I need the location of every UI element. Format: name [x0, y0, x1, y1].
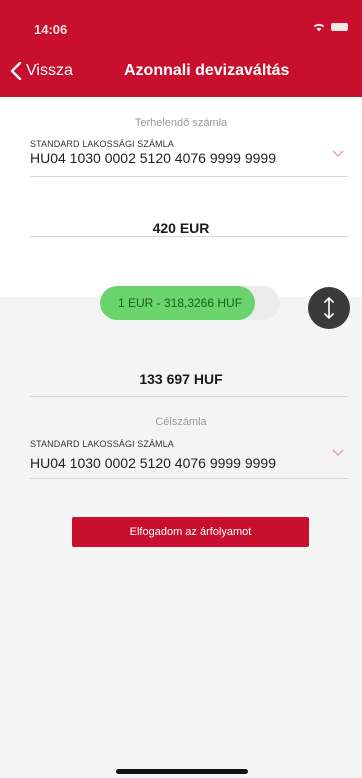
divider [30, 478, 348, 479]
status-time: 14:06 [34, 22, 68, 37]
status-icons [312, 22, 348, 32]
back-button[interactable]: Vissza [10, 62, 73, 80]
target-account-type: STANDARD LAKOSSÁGI SZÁMLA [30, 439, 174, 449]
chevron-left-icon [10, 62, 22, 80]
source-account-type: STANDARD LAKOSSÁGI SZÁMLA [30, 139, 174, 149]
back-label: Vissza [26, 62, 73, 79]
source-account-number: HU04 1030 0002 5120 4076 9999 9999 [30, 150, 276, 166]
swap-button[interactable] [308, 287, 350, 329]
exchange-rate-pill[interactable]: 1 EUR - 318,3266 HUF [100, 286, 280, 320]
divider [30, 176, 348, 177]
home-indicator [116, 769, 248, 774]
target-account-number: HU04 1030 0002 5120 4076 9999 9999 [30, 455, 276, 471]
source-amount-input[interactable]: 420 EUR [0, 220, 362, 236]
wifi-icon [313, 23, 325, 32]
target-account-caption: Célszámla [155, 416, 207, 428]
divider [30, 236, 348, 237]
source-account-caption: Terhelendő számla [134, 117, 228, 129]
divider [30, 396, 348, 397]
battery-icon [331, 23, 348, 31]
exchange-rate-label: 1 EUR - 318,3266 HUF [117, 296, 243, 310]
swap-vertical-icon [324, 297, 334, 319]
page-title: Azonnali devizaváltás [124, 62, 290, 79]
app-header: 14:06 Vissza Azonnali devizaváltás [0, 0, 362, 97]
accept-rate-button[interactable]: Elfogadom az árfolyamot [72, 517, 309, 547]
chevron-down-icon [332, 150, 344, 157]
target-amount: 133 697 HUF [139, 371, 223, 387]
chevron-down-icon [332, 449, 344, 456]
